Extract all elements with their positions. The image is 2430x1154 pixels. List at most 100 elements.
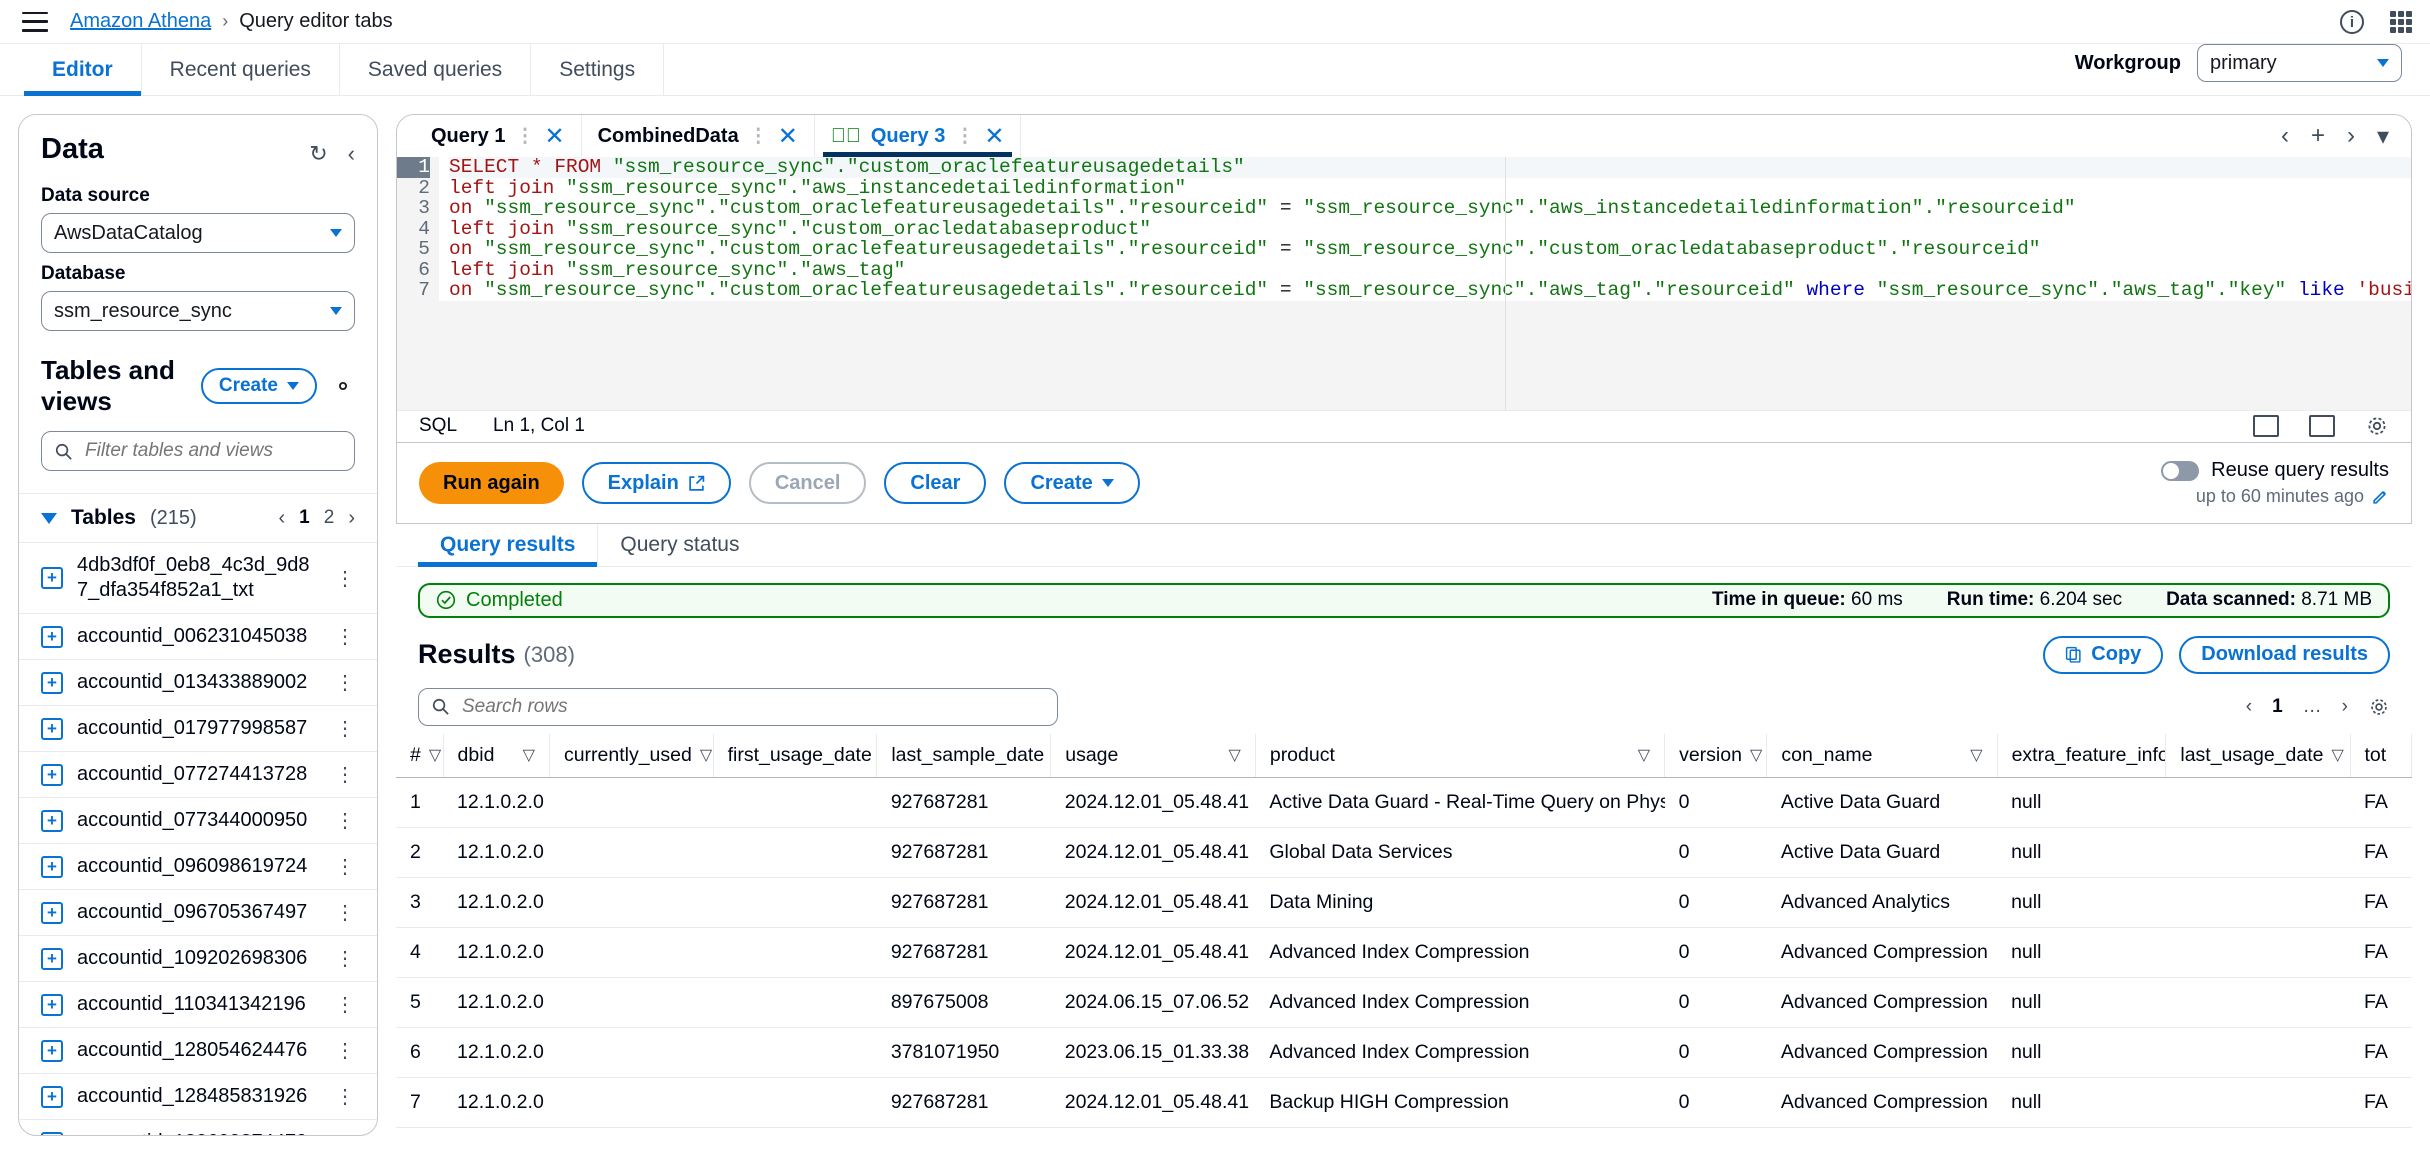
search-rows-wrapper[interactable] xyxy=(418,687,1058,726)
query-tabs-more-icon[interactable]: ▾ xyxy=(2377,122,2389,151)
breadcrumb-amazon-athena[interactable]: Amazon Athena xyxy=(70,10,211,33)
results-page-prev[interactable]: ‹ xyxy=(2246,696,2252,718)
column-sort-icon[interactable]: ▽ xyxy=(421,745,441,765)
hamburger-icon[interactable] xyxy=(22,11,48,32)
query-tabs-prev[interactable]: ‹ xyxy=(2281,122,2289,150)
column-sort-icon[interactable]: ▽ xyxy=(692,745,712,765)
column-header-currently_used[interactable]: currently_used ▽ xyxy=(549,733,714,778)
expand-table-icon[interactable]: + xyxy=(41,763,63,786)
query-tabs-next[interactable]: › xyxy=(2347,122,2355,150)
query-tab-combineddata[interactable]: CombinedData ⋮ ✕ xyxy=(582,115,815,158)
sql-editor[interactable]: 1234567 SELECT * FROM "ssm_resource_sync… xyxy=(397,157,2411,410)
table-row[interactable]: 5 12.1.0.2.0 897675008 2024.06.15_07.06.52 A… xyxy=(396,977,2412,1028)
list-item[interactable]: + accountid_110341342196 ⋮ xyxy=(19,982,377,1028)
clear-button[interactable]: Clear xyxy=(884,462,987,505)
column-header-last_usage_date[interactable]: last_usage_date ▽ xyxy=(2165,733,2351,778)
column-header-extra_feature_info[interactable]: extra_feature_info▽ xyxy=(1997,733,2167,778)
query-tab-query-3[interactable]: ✔⃝ Query 3 ⋮ ✕ xyxy=(815,115,1022,158)
tables-page-prev[interactable]: ‹ xyxy=(279,507,286,530)
tab-query-results[interactable]: Query results xyxy=(418,524,599,567)
list-item[interactable]: + accountid_096705367497 ⋮ xyxy=(19,890,377,936)
results-settings-gear-icon[interactable] xyxy=(2368,696,2390,718)
collapse-panel-icon[interactable]: ‹ xyxy=(348,141,355,167)
tab-query-status[interactable]: Query status xyxy=(598,524,761,566)
table-row[interactable]: 7 12.1.0.2.0 927687281 2024.12.01_05.48.41 B… xyxy=(396,1077,2412,1128)
editor-line[interactable]: on "ssm_resource_sync"."custom_oraclefea… xyxy=(449,280,2411,301)
table-row[interactable]: 3 12.1.0.2.0 927687281 2024.12.01_05.48.41 D… xyxy=(396,877,2412,928)
column-header-first_usage_date[interactable]: first_usage_date▽ xyxy=(713,733,878,778)
list-item[interactable]: + accountid_077274413728 ⋮ xyxy=(19,752,377,798)
expand-table-icon[interactable]: + xyxy=(41,717,63,740)
column-sort-icon[interactable]: ▽ xyxy=(515,745,535,765)
expand-table-icon[interactable]: + xyxy=(41,993,63,1016)
expand-table-icon[interactable]: + xyxy=(41,567,63,589)
column-header-last_sample_date[interactable]: last_sample_date▽ xyxy=(876,733,1052,778)
table-menu-icon[interactable]: ⋮ xyxy=(327,762,355,787)
table-menu-icon[interactable]: ⋮ xyxy=(327,1130,355,1135)
editor-line[interactable]: left join "ssm_resource_sync"."aws_tag" xyxy=(449,260,2411,281)
column-header-[interactable]: # ▽ xyxy=(396,733,444,778)
create-dropdown-button[interactable]: Create xyxy=(1004,462,1140,505)
table-row[interactable]: 2 12.1.0.2.0 927687281 2024.12.01_05.48.41 G… xyxy=(396,827,2412,878)
expand-table-icon[interactable]: + xyxy=(41,901,63,924)
close-icon[interactable]: ✕ xyxy=(544,122,564,151)
editor-code[interactable]: SELECT * FROM "ssm_resource_sync"."custo… xyxy=(439,157,2411,301)
column-header-dbid[interactable]: dbid ▽ xyxy=(443,733,550,778)
editor-line[interactable]: left join "ssm_resource_sync"."aws_insta… xyxy=(449,178,2411,199)
filter-tables-input[interactable] xyxy=(83,439,342,463)
list-item[interactable]: + accountid_077344000950 ⋮ xyxy=(19,798,377,844)
editor-settings-gear-icon[interactable] xyxy=(2365,414,2389,438)
column-sort-icon[interactable]: ▽ xyxy=(1221,745,1241,765)
list-item[interactable]: + accountid_109202698306 ⋮ xyxy=(19,936,377,982)
results-page-next[interactable]: › xyxy=(2342,696,2348,718)
tab-saved-queries[interactable]: Saved queries xyxy=(340,44,532,95)
table-menu-icon[interactable]: ⋮ xyxy=(327,946,355,971)
column-sort-icon[interactable]: ▽ xyxy=(1044,745,1050,765)
close-icon[interactable]: ✕ xyxy=(778,122,798,151)
tables-page-2[interactable]: 2 xyxy=(324,507,335,529)
editor-layout-icon[interactable] xyxy=(2309,415,2335,438)
results-table-wrapper[interactable]: #▽dbid▽currently_used▽first_usage_date▽l… xyxy=(396,733,2412,1136)
column-header-version[interactable]: version ▽ xyxy=(1664,733,1768,778)
table-menu-icon[interactable]: ⋮ xyxy=(327,808,355,833)
editor-line[interactable]: on "ssm_resource_sync"."custom_oraclefea… xyxy=(449,239,2411,260)
query-tab-menu-icon[interactable]: ⋮ xyxy=(515,125,534,148)
table-row[interactable]: 1 12.1.0.2.0 927687281 2024.12.01_05.48.41 A… xyxy=(396,777,2412,828)
tables-page-next[interactable]: › xyxy=(348,507,355,530)
column-sort-icon[interactable]: ▽ xyxy=(872,745,876,765)
refresh-icon[interactable]: ↻ xyxy=(309,141,327,167)
table-menu-icon[interactable]: ⋮ xyxy=(327,566,355,591)
column-header-usage[interactable]: usage ▽ xyxy=(1050,733,1256,778)
chevron-down-icon[interactable] xyxy=(41,512,57,524)
explain-button[interactable]: Explain xyxy=(581,462,731,505)
column-sort-icon[interactable]: ▽ xyxy=(1962,745,1982,765)
expand-table-icon[interactable]: + xyxy=(41,1131,63,1135)
pencil-icon[interactable] xyxy=(2372,488,2389,505)
table-menu-icon[interactable]: ⋮ xyxy=(327,1084,355,1109)
table-menu-icon[interactable]: ⋮ xyxy=(327,716,355,741)
table-menu-icon[interactable]: ⋮ xyxy=(327,670,355,695)
query-tab-menu-icon[interactable]: ⋮ xyxy=(955,125,974,148)
download-results-button[interactable]: Download results xyxy=(2179,635,2390,674)
list-item[interactable]: + accountid_180609874479 ⋮ xyxy=(19,1120,377,1135)
expand-table-icon[interactable]: + xyxy=(41,1039,63,1062)
list-item[interactable]: + accountid_096098619724 ⋮ xyxy=(19,844,377,890)
workgroup-select[interactable]: primary xyxy=(2197,44,2402,82)
add-query-tab-button[interactable]: + xyxy=(2311,122,2325,150)
tab-settings[interactable]: Settings xyxy=(531,44,665,95)
query-tab-menu-icon[interactable]: ⋮ xyxy=(749,125,768,148)
table-menu-icon[interactable]: ⋮ xyxy=(327,624,355,649)
list-item[interactable]: + accountid_006231045038 ⋮ xyxy=(19,614,377,660)
list-item[interactable]: +4db3df0f_0eb8_4c3d_9d87_dfa354f852a1_tx… xyxy=(19,543,377,614)
editor-line[interactable]: on "ssm_resource_sync"."custom_oraclefea… xyxy=(449,198,2411,219)
expand-table-icon[interactable]: + xyxy=(41,809,63,832)
expand-table-icon[interactable]: + xyxy=(41,1085,63,1108)
create-button[interactable]: Create xyxy=(200,368,317,404)
reuse-results-toggle[interactable] xyxy=(2161,460,2200,481)
datasource-select[interactable]: AwsDataCatalog xyxy=(41,213,355,253)
search-rows-input[interactable] xyxy=(460,694,1045,719)
column-sort-icon[interactable]: ▽ xyxy=(2323,745,2343,765)
table-menu-icon[interactable]: ⋮ xyxy=(327,992,355,1017)
table-row[interactable]: 812.1.0.2.0 9276872812024.12.01_05.48.41B… xyxy=(396,1127,2412,1136)
list-item[interactable]: + accountid_128054624476 ⋮ xyxy=(19,1028,377,1074)
